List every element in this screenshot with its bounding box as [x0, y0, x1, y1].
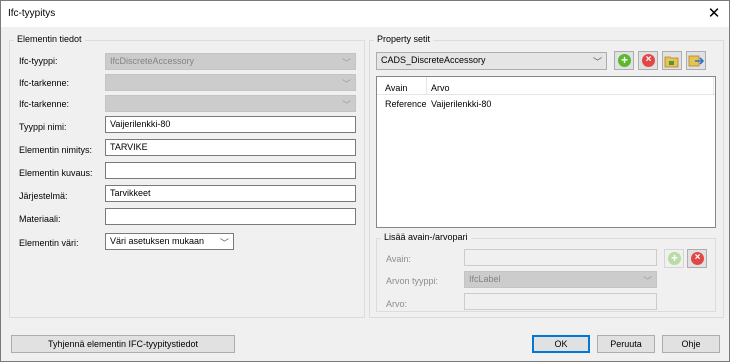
export-icon	[688, 55, 704, 67]
pair-key-label: Avain:	[386, 254, 411, 264]
remove-icon: ×	[691, 252, 704, 265]
chevron-down-icon: ﹀	[642, 276, 652, 286]
ifc-type-value: IfcDiscreteAccessory	[110, 56, 195, 66]
add-pair-group-title: Lisää avain-/arvopari	[381, 232, 471, 242]
table-row[interactable]: Reference Vaijerilenkki-80	[377, 96, 715, 112]
type-name-label: Tyyppi nimi:	[19, 122, 67, 132]
column-divider	[713, 77, 714, 95]
element-name-label: Elementin nimitys:	[19, 145, 93, 155]
property-set-select[interactable]: CADS_DiscreteAccessory ﹀	[376, 52, 607, 70]
column-header-key[interactable]: Avain	[385, 83, 407, 93]
add-icon: +	[668, 252, 681, 265]
property-set-value: CADS_DiscreteAccessory	[381, 55, 486, 65]
ifc-type-label: Ifc-tyyppi:	[19, 56, 58, 66]
pair-type-label: Arvon tyyppi:	[386, 276, 439, 286]
folder-icon	[664, 56, 679, 68]
pair-value-input[interactable]	[464, 293, 657, 310]
element-desc-label: Elementin kuvaus:	[19, 168, 93, 178]
ifc-typing-dialog: Ifc-tyypitys ✕ Elementin tiedot Ifc-tyyp…	[0, 0, 730, 362]
row-key: Reference	[385, 99, 427, 109]
add-property-set-button[interactable]: +	[614, 51, 634, 70]
property-set-group-title: Property setit	[374, 34, 434, 44]
ifc-type-select[interactable]: IfcDiscreteAccessory ﹀	[105, 53, 356, 70]
window-title: Ifc-tyypitys	[8, 8, 56, 19]
material-label: Materiaali:	[19, 214, 61, 224]
ifc-detail-label-1: Ifc-tarkenne:	[19, 78, 70, 88]
system-label: Järjestelmä:	[19, 191, 68, 201]
add-icon: +	[618, 54, 631, 67]
pair-type-select[interactable]: IfcLabel ﹀	[464, 271, 657, 288]
pair-key-input[interactable]	[464, 249, 657, 266]
color-select[interactable]: Väri asetuksen mukaan ﹀	[105, 233, 234, 250]
material-input[interactable]	[105, 208, 356, 225]
remove-pair-button[interactable]: ×	[687, 249, 707, 268]
ifc-detail-label-2: Ifc-tarkenne:	[19, 99, 70, 109]
element-name-input[interactable]: TARVIKE	[105, 139, 356, 156]
add-pair-button[interactable]: +	[664, 249, 684, 268]
property-list[interactable]: Avain Arvo Reference Vaijerilenkki-80	[376, 76, 716, 228]
color-value: Väri asetuksen mukaan	[110, 236, 205, 246]
list-header: Avain Arvo	[377, 77, 715, 95]
export-button[interactable]	[686, 51, 706, 70]
help-button[interactable]: Ohje	[662, 335, 720, 353]
chevron-down-icon: ﹀	[219, 238, 229, 248]
system-input[interactable]: Tarvikkeet	[105, 185, 356, 202]
column-header-value[interactable]: Arvo	[431, 83, 450, 93]
chevron-down-icon: ﹀	[592, 57, 602, 67]
open-folder-button[interactable]	[662, 51, 682, 70]
pair-value-label: Arvo:	[386, 299, 408, 309]
element-desc-input[interactable]	[105, 162, 356, 179]
ok-button[interactable]: OK	[532, 335, 590, 353]
remove-property-set-button[interactable]: ×	[638, 51, 658, 70]
type-name-input[interactable]: Vaijerilenkki-80	[105, 116, 356, 133]
ifc-detail-select-1[interactable]: ﹀	[105, 74, 356, 91]
remove-icon: ×	[642, 54, 655, 67]
chevron-down-icon: ﹀	[341, 58, 351, 68]
row-value: Vaijerilenkki-80	[431, 99, 492, 109]
title-bar: Ifc-tyypitys ✕	[1, 1, 729, 27]
cancel-button[interactable]: Peruuta	[597, 335, 655, 353]
chevron-down-icon: ﹀	[341, 79, 351, 89]
clear-ifc-button[interactable]: Tyhjennä elementin IFC-tyypitystiedot	[11, 335, 235, 353]
close-icon[interactable]: ✕	[699, 1, 729, 27]
column-divider	[426, 77, 427, 95]
chevron-down-icon: ﹀	[341, 100, 351, 110]
element-info-group-title: Elementin tiedot	[14, 34, 85, 44]
color-label: Elementin väri:	[19, 238, 79, 248]
pair-type-value: IfcLabel	[469, 274, 501, 284]
ifc-detail-select-2[interactable]: ﹀	[105, 95, 356, 112]
